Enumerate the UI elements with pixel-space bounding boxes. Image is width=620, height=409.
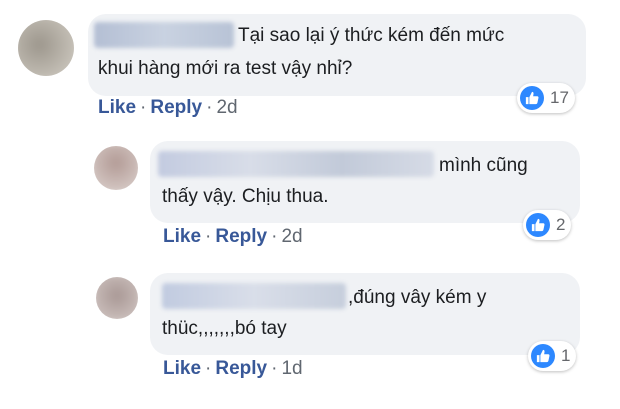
comment-bubble: Tại sao lại ý thức kém đến mức khui hàng… <box>88 14 586 96</box>
separator: · <box>205 226 212 247</box>
commenter-name[interactable] <box>158 151 434 177</box>
reply-link[interactable]: Reply <box>215 226 267 247</box>
comment-actions: Like · Reply · 2d <box>98 97 238 119</box>
separator: · <box>271 226 278 247</box>
separator: · <box>205 358 212 379</box>
commenter-name[interactable] <box>162 283 346 309</box>
reaction-badge[interactable]: 1 <box>528 341 577 371</box>
like-link[interactable]: Like <box>163 358 201 379</box>
separator: · <box>140 97 147 118</box>
thumbs-up-icon <box>531 344 555 368</box>
avatar[interactable] <box>94 146 138 190</box>
reply-link[interactable]: Reply <box>150 97 202 118</box>
separator: · <box>206 97 213 118</box>
commenter-name[interactable] <box>94 22 234 48</box>
comment-text-continued: thấy vậy. Chịu thua. <box>162 186 329 207</box>
reaction-badge[interactable]: 17 <box>517 83 575 113</box>
reaction-count: 1 <box>561 346 571 365</box>
timestamp[interactable]: 1d <box>281 358 302 379</box>
separator: · <box>271 358 278 379</box>
comment-bubble: mình cũng thấy vậy. Chịu thua. <box>150 141 580 223</box>
avatar[interactable] <box>18 20 74 76</box>
comment-text: Tại sao lại ý thức kém đến mức <box>238 25 505 46</box>
comment-actions: Like · Reply · 2d <box>163 226 303 248</box>
avatar[interactable] <box>96 277 138 319</box>
like-link[interactable]: Like <box>163 226 201 247</box>
comment-actions: Like · Reply · 1d <box>163 358 303 380</box>
thumbs-up-icon <box>526 213 550 237</box>
timestamp[interactable]: 2d <box>281 226 302 247</box>
comment-text-continued: thüc,,,,,,,bó tay <box>162 318 287 339</box>
like-link[interactable]: Like <box>98 97 136 118</box>
reaction-count: 2 <box>556 215 566 234</box>
comment-text-continued: khui hàng mới ra test vậy nhỉ? <box>98 58 353 79</box>
thumbs-up-icon <box>520 86 544 110</box>
reaction-count: 17 <box>550 88 569 107</box>
reply-link[interactable]: Reply <box>215 358 267 379</box>
comment-bubble: ,đúng vây kém y thüc,,,,,,,bó tay <box>150 273 580 355</box>
timestamp[interactable]: 2d <box>216 97 237 118</box>
comment-text: ,đúng vây kém y <box>348 287 487 308</box>
comment-text: mình cũng <box>439 155 528 176</box>
reaction-badge[interactable]: 2 <box>523 210 572 240</box>
